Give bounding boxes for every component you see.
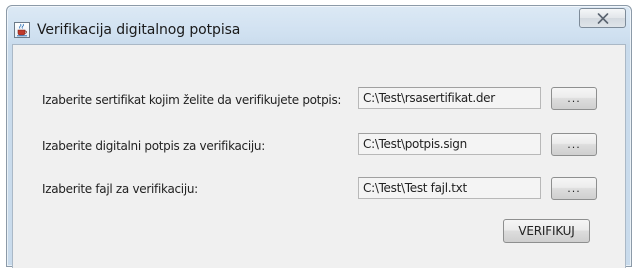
signature-path-field[interactable]: C:\Test\potpis.sign bbox=[358, 133, 541, 155]
window-title: Verifikacija digitalnog potpisa bbox=[37, 22, 241, 38]
browse-certificate-button[interactable]: ... bbox=[551, 87, 597, 110]
browse-signature-button[interactable]: ... bbox=[551, 133, 597, 156]
signature-label: Izaberite digitalni potpis za verifikaci… bbox=[42, 139, 265, 153]
file-path-field[interactable]: C:\Test\Test fajl.txt bbox=[358, 177, 541, 199]
browse-file-button[interactable]: ... bbox=[551, 177, 597, 200]
certificate-label: Izaberite sertifikat kojim želite da ver… bbox=[42, 93, 342, 107]
file-label: Izaberite fajl za verifikaciju: bbox=[42, 182, 198, 196]
close-button[interactable] bbox=[579, 8, 626, 28]
java-cup-icon bbox=[14, 22, 30, 38]
verify-button[interactable]: VERIFIKUJ bbox=[503, 219, 590, 243]
title-bar[interactable]: Verifikacija digitalnog potpisa bbox=[7, 6, 631, 44]
certificate-path-field[interactable]: C:\Test\rsasertifikat.der bbox=[358, 87, 541, 109]
dialog-window: Verifikacija digitalnog potpisa Izaberit… bbox=[6, 5, 632, 268]
